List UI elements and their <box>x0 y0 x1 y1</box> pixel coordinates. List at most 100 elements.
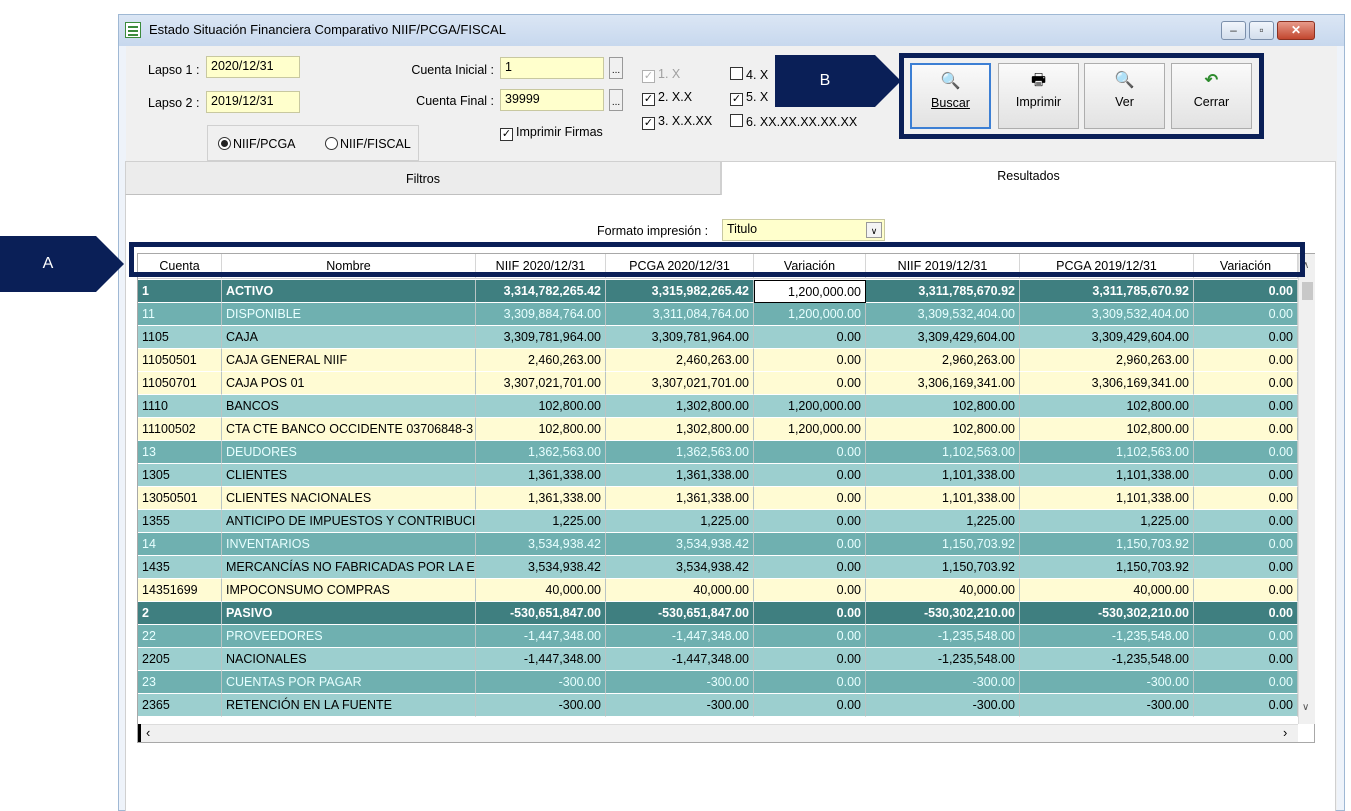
table-cell[interactable]: 11100502 <box>138 418 222 441</box>
table-row[interactable]: 11050501 CAJA GENERAL NIIF 2,460,263.00 2,4… <box>138 349 1298 372</box>
table-row[interactable]: 2365 RETENCIÓN EN LA FUENTE -300.00 -300.00… <box>138 694 1298 717</box>
results-grid[interactable]: Cuenta Nombre NIIF 2020/12/31 PCGA 2020/12/… <box>137 253 1315 743</box>
table-cell[interactable]: 1,101,338.00 <box>866 464 1020 487</box>
table-cell[interactable]: 1,200,000.00 <box>754 418 866 441</box>
table-cell[interactable]: INVENTARIOS <box>222 533 476 556</box>
table-cell[interactable]: 102,800.00 <box>476 418 606 441</box>
table-cell[interactable]: 0.00 <box>1194 694 1298 717</box>
horizontal-scrollbar[interactable]: ‹ › <box>138 724 1298 742</box>
table-cell[interactable]: 1355 <box>138 510 222 533</box>
table-row[interactable]: 1 ACTIVO 3,314,782,265.42 3,315,982,265.42 1… <box>138 280 1298 303</box>
table-cell[interactable]: 1,200,000.00 <box>754 280 866 303</box>
table-row[interactable]: 13 DEUDORES 1,362,563.00 1,362,563.00 0.00 1,… <box>138 441 1298 464</box>
table-cell[interactable]: 3,309,532,404.00 <box>866 303 1020 326</box>
table-cell[interactable]: 1,101,338.00 <box>1020 464 1194 487</box>
table-cell[interactable]: 40,000.00 <box>476 579 606 602</box>
table-cell[interactable]: 3,311,785,670.92 <box>1020 280 1194 303</box>
cuenta-inicial-lookup-button[interactable]: ... <box>609 57 623 79</box>
table-cell[interactable]: 3,307,021,701.00 <box>476 372 606 395</box>
table-cell[interactable]: 1,362,563.00 <box>606 441 754 464</box>
table-cell[interactable]: 0.00 <box>1194 602 1298 625</box>
table-cell[interactable]: 0.00 <box>1194 464 1298 487</box>
table-cell[interactable]: 0.00 <box>754 441 866 464</box>
table-cell[interactable]: 14351699 <box>138 579 222 602</box>
radio-niif-pcga[interactable]: NIIF/PCGA <box>218 137 296 151</box>
table-row[interactable]: 14351699 IMPOCONSUMO COMPRAS 40,000.00 40,0… <box>138 579 1298 602</box>
level-1-checkbox[interactable]: ✓ 1. X <box>642 67 680 83</box>
maximize-button[interactable]: ▫ <box>1249 21 1274 40</box>
table-cell[interactable]: 0.00 <box>1194 326 1298 349</box>
table-cell[interactable]: CTA CTE BANCO OCCIDENTE 03706848-3 <box>222 418 476 441</box>
table-cell[interactable]: 0.00 <box>1194 303 1298 326</box>
cuenta-final-input[interactable]: 39999 <box>500 89 604 111</box>
cuenta-final-lookup-button[interactable]: ... <box>609 89 623 111</box>
table-row[interactable]: 11050701 CAJA POS 01 3,307,021,701.00 3,307… <box>138 372 1298 395</box>
table-row[interactable]: 1435 MERCANCÍAS NO FABRICADAS POR LA EMF 3… <box>138 556 1298 579</box>
table-cell[interactable]: CLIENTES <box>222 464 476 487</box>
table-cell[interactable]: 0.00 <box>1194 579 1298 602</box>
table-cell[interactable]: 0.00 <box>754 694 866 717</box>
table-cell[interactable]: -1,235,548.00 <box>866 648 1020 671</box>
table-cell[interactable]: RETENCIÓN EN LA FUENTE <box>222 694 476 717</box>
table-cell[interactable]: 0.00 <box>754 349 866 372</box>
table-cell[interactable]: 2,960,263.00 <box>1020 349 1194 372</box>
table-cell[interactable]: 1,225.00 <box>1020 510 1194 533</box>
table-cell[interactable]: ACTIVO <box>222 280 476 303</box>
table-cell[interactable]: MERCANCÍAS NO FABRICADAS POR LA EMF <box>222 556 476 579</box>
table-cell[interactable]: 0.00 <box>754 579 866 602</box>
table-cell[interactable]: 3,311,785,670.92 <box>866 280 1020 303</box>
table-cell[interactable]: PASIVO <box>222 602 476 625</box>
minimize-button[interactable]: – <box>1221 21 1246 40</box>
table-cell[interactable]: DEUDORES <box>222 441 476 464</box>
table-cell[interactable]: -1,447,348.00 <box>476 625 606 648</box>
table-cell[interactable]: -300.00 <box>1020 671 1194 694</box>
table-cell[interactable]: 0.00 <box>1194 349 1298 372</box>
table-cell[interactable]: 1,150,703.92 <box>866 556 1020 579</box>
table-row[interactable]: 11 DISPONIBLE 3,309,884,764.00 3,311,084,76… <box>138 303 1298 326</box>
table-cell[interactable]: 102,800.00 <box>1020 395 1194 418</box>
table-row[interactable]: 2205 NACIONALES -1,447,348.00 -1,447,348.00… <box>138 648 1298 671</box>
table-cell[interactable]: 1,101,338.00 <box>866 487 1020 510</box>
cuenta-inicial-input[interactable]: 1 <box>500 57 604 79</box>
table-row[interactable]: 1305 CLIENTES 1,361,338.00 1,361,338.00 0.00… <box>138 464 1298 487</box>
table-cell[interactable]: 2,460,263.00 <box>476 349 606 372</box>
table-cell[interactable]: 0.00 <box>754 464 866 487</box>
table-cell[interactable]: CLIENTES NACIONALES <box>222 487 476 510</box>
table-cell[interactable]: -1,235,548.00 <box>1020 625 1194 648</box>
table-cell[interactable]: 0.00 <box>1194 372 1298 395</box>
table-cell[interactable]: 2,460,263.00 <box>606 349 754 372</box>
scroll-left-icon[interactable]: ‹ <box>146 725 150 740</box>
table-cell[interactable]: -530,302,210.00 <box>866 602 1020 625</box>
table-cell[interactable]: 1 <box>138 280 222 303</box>
table-cell[interactable]: 1,102,563.00 <box>1020 441 1194 464</box>
tab-filtros[interactable]: Filtros <box>125 161 721 195</box>
table-cell[interactable]: 0.00 <box>1194 625 1298 648</box>
table-cell[interactable]: 2365 <box>138 694 222 717</box>
table-cell[interactable]: 102,800.00 <box>866 395 1020 418</box>
table-cell[interactable]: 1,150,703.92 <box>866 533 1020 556</box>
table-cell[interactable]: 0.00 <box>1194 510 1298 533</box>
level-5-checkbox[interactable]: ✓ 5. X <box>730 90 768 106</box>
table-cell[interactable]: 11050501 <box>138 349 222 372</box>
table-cell[interactable]: 1105 <box>138 326 222 349</box>
table-row[interactable]: 14 INVENTARIOS 3,534,938.42 3,534,938.42 0.0… <box>138 533 1298 556</box>
level-4-checkbox[interactable]: 4. X <box>730 67 768 82</box>
chevron-down-icon[interactable]: ∨ <box>866 222 882 238</box>
table-cell[interactable]: -1,447,348.00 <box>606 648 754 671</box>
table-cell[interactable]: CAJA POS 01 <box>222 372 476 395</box>
scroll-down-icon[interactable]: ∨ <box>1302 702 1309 713</box>
table-cell[interactable]: 0.00 <box>1194 671 1298 694</box>
table-cell[interactable]: 3,534,938.42 <box>476 556 606 579</box>
table-cell[interactable]: 2 <box>138 602 222 625</box>
table-cell[interactable]: 0.00 <box>754 326 866 349</box>
table-cell[interactable]: -300.00 <box>866 671 1020 694</box>
table-cell[interactable]: 1,361,338.00 <box>476 487 606 510</box>
table-cell[interactable]: 1,200,000.00 <box>754 395 866 418</box>
table-cell[interactable]: 13 <box>138 441 222 464</box>
table-cell[interactable]: -1,235,548.00 <box>1020 648 1194 671</box>
table-cell[interactable]: 0.00 <box>1194 418 1298 441</box>
table-cell[interactable]: 102,800.00 <box>476 395 606 418</box>
lapso2-input[interactable]: 2019/12/31 <box>206 91 300 113</box>
table-cell[interactable]: 1,361,338.00 <box>606 464 754 487</box>
table-cell[interactable]: -530,302,210.00 <box>1020 602 1194 625</box>
